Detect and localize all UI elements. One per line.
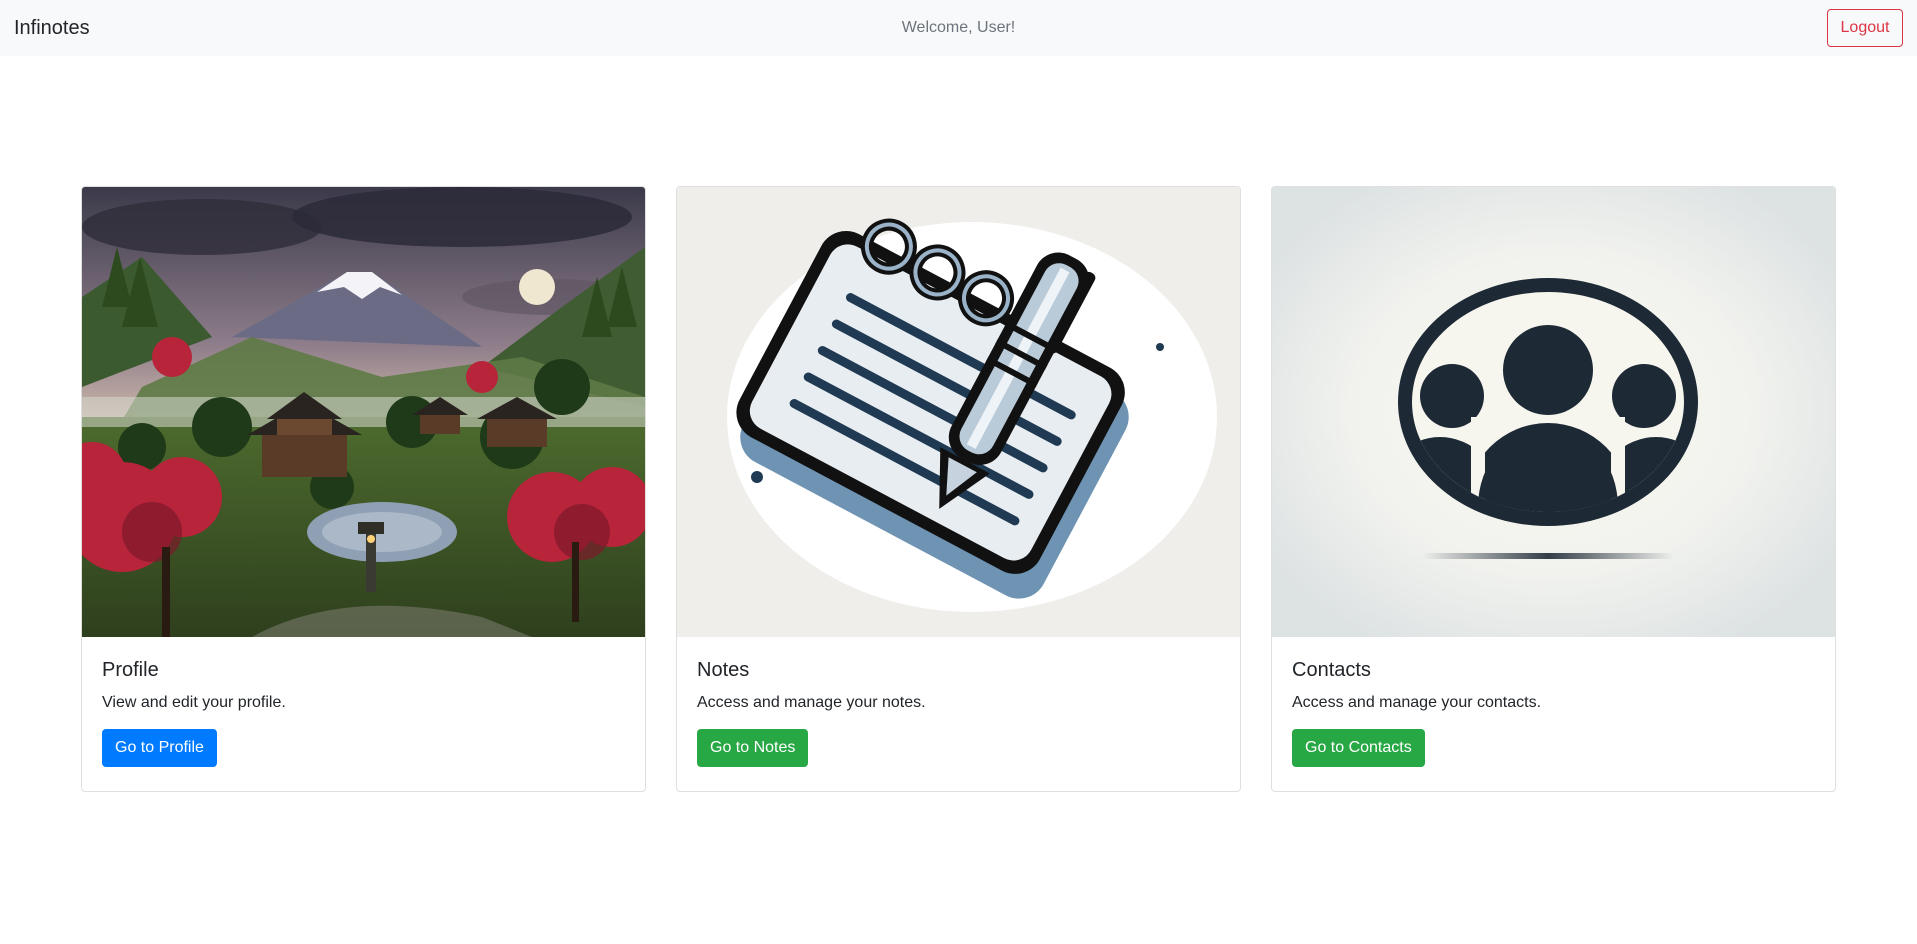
contacts-card-body: Contacts Access and manage your contacts… [1292,657,1815,767]
go-to-contacts-button[interactable]: Go to Contacts [1292,729,1425,767]
logout-button[interactable]: Logout [1827,9,1903,47]
dashboard-cards: Profile View and edit your profile. Go t… [81,186,1836,792]
contacts-card-title: Contacts [1292,659,1371,681]
notes-card-body: Notes Access and manage your notes. Go t… [697,657,1220,767]
navbar: Infinotes Welcome, User! Logout [0,0,1917,56]
profile-card-title: Profile [102,659,159,681]
contacts-card: Contacts Access and manage your contacts… [1271,186,1836,792]
welcome-message: Welcome, User! [901,19,1016,36]
notes-card: Notes Access and manage your notes. Go t… [676,186,1241,792]
notes-card-text: Access and manage your notes. [697,694,926,711]
contacts-group-image [1272,187,1835,637]
go-to-profile-button[interactable]: Go to Profile [102,729,217,767]
japanese-landscape-image [82,187,645,637]
go-to-notes-button[interactable]: Go to Notes [697,729,809,767]
contacts-card-text: Access and manage your contacts. [1292,694,1542,711]
profile-card-text: View and edit your profile. [102,694,286,711]
notepad-pen-image [677,187,1240,637]
profile-card: Profile View and edit your profile. Go t… [81,186,646,792]
profile-card-body: Profile View and edit your profile. Go t… [102,657,625,767]
notes-card-title: Notes [697,659,750,681]
